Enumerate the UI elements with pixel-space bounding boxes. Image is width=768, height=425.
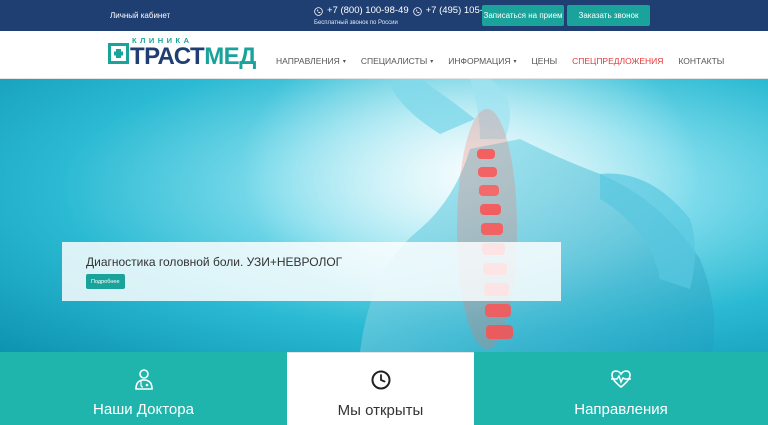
- menu-label: ЦЕНЫ: [531, 56, 558, 66]
- main-menu: НАПРАВЛЕНИЯ ▾ СПЕЦИАЛИСТЫ ▾ ИНФОРМАЦИЯ ▾ ЦЕ…: [276, 56, 724, 66]
- tile-our-doctors[interactable]: Наши Доктора: [0, 352, 287, 425]
- personal-account-link[interactable]: Личный кабинет: [110, 11, 170, 20]
- phone-row: +7 (800) 100-98-49 +7 (495) 105-98-49: [314, 5, 507, 17]
- menu-label: СПЕЦПРЕДЛОЖЕНИЯ: [572, 56, 664, 66]
- logo-wordmark: ТРАСТМЕД: [130, 44, 256, 70]
- hero-slider: Диагностика головной боли. УЗИ+НЕВРОЛОГ …: [0, 79, 768, 352]
- clock-icon: [371, 370, 390, 390]
- main-navbar: КЛИНИКА ТРАСТМЕД НАПРАВЛЕНИЯ ▾ СПЕЦИАЛИСТ…: [0, 31, 768, 79]
- caret-down-icon: ▾: [513, 58, 517, 65]
- tile-label: Направления: [574, 401, 668, 418]
- details-button[interactable]: Подробнее: [86, 274, 125, 289]
- slide-caption: Диагностика головной боли. УЗИ+НЕВРОЛОГ …: [62, 242, 561, 301]
- heart-pulse-icon: [611, 370, 631, 389]
- slide-title: Диагностика головной боли. УЗИ+НЕВРОЛОГ: [86, 255, 343, 269]
- menu-item-special-offers[interactable]: СПЕЦПРЕДЛОЖЕНИЯ: [572, 56, 663, 66]
- phone-note: Бесплатный звонок по России: [314, 20, 398, 26]
- hero-spine-illustration: [240, 79, 715, 352]
- menu-item-specialists[interactable]: СПЕЦИАЛИСТЫ ▾: [361, 56, 433, 66]
- menu-item-information[interactable]: ИНФОРМАЦИЯ ▾: [448, 56, 516, 66]
- menu-label: НАПРАВЛЕНИЯ: [276, 56, 340, 66]
- logo-word-b: МЕД: [204, 43, 256, 70]
- tile-label: Мы открыты: [337, 402, 424, 419]
- request-call-button[interactable]: Заказать звонок: [567, 5, 650, 26]
- phone-icon: [314, 6, 323, 16]
- menu-label: ИНФОРМАЦИЯ: [448, 56, 511, 66]
- menu-item-prices[interactable]: ЦЕНЫ: [531, 56, 557, 66]
- appointment-button[interactable]: Записаться на прием: [482, 5, 564, 26]
- spine-glow: [457, 109, 517, 349]
- phone-icon: [412, 6, 422, 16]
- tile-label: Наши Доктора: [93, 401, 194, 418]
- menu-item-directions[interactable]: НАПРАВЛЕНИЯ ▾: [276, 56, 346, 66]
- logo-word-a: ТРАСТ: [130, 43, 205, 70]
- logo-cross-icon: [108, 43, 129, 64]
- clinic-logo[interactable]: КЛИНИКА ТРАСТМЕД: [108, 36, 256, 74]
- phone-block: +7 (800) 100-98-49 +7 (495) 105-98-49 Бе…: [314, 5, 507, 26]
- doctor-icon: [134, 369, 153, 390]
- top-bar: Личный кабинет +7 (800) 100-98-49 +7 (49…: [0, 0, 768, 31]
- caret-down-icon: ▾: [342, 58, 346, 65]
- tile-we-are-open[interactable]: Мы открыты: [287, 352, 474, 425]
- menu-label: СПЕЦИАЛИСТЫ: [360, 56, 428, 66]
- phone-number-1[interactable]: +7 (800) 100-98-49: [327, 5, 409, 17]
- caret-down-icon: ▾: [430, 58, 434, 65]
- menu-item-contacts[interactable]: КОНТАКТЫ: [678, 56, 724, 66]
- feature-tiles: Наши Доктора Мы открыты Направления: [0, 352, 768, 425]
- tile-directions[interactable]: Направления: [474, 352, 768, 425]
- menu-label: КОНТАКТЫ: [678, 56, 725, 66]
